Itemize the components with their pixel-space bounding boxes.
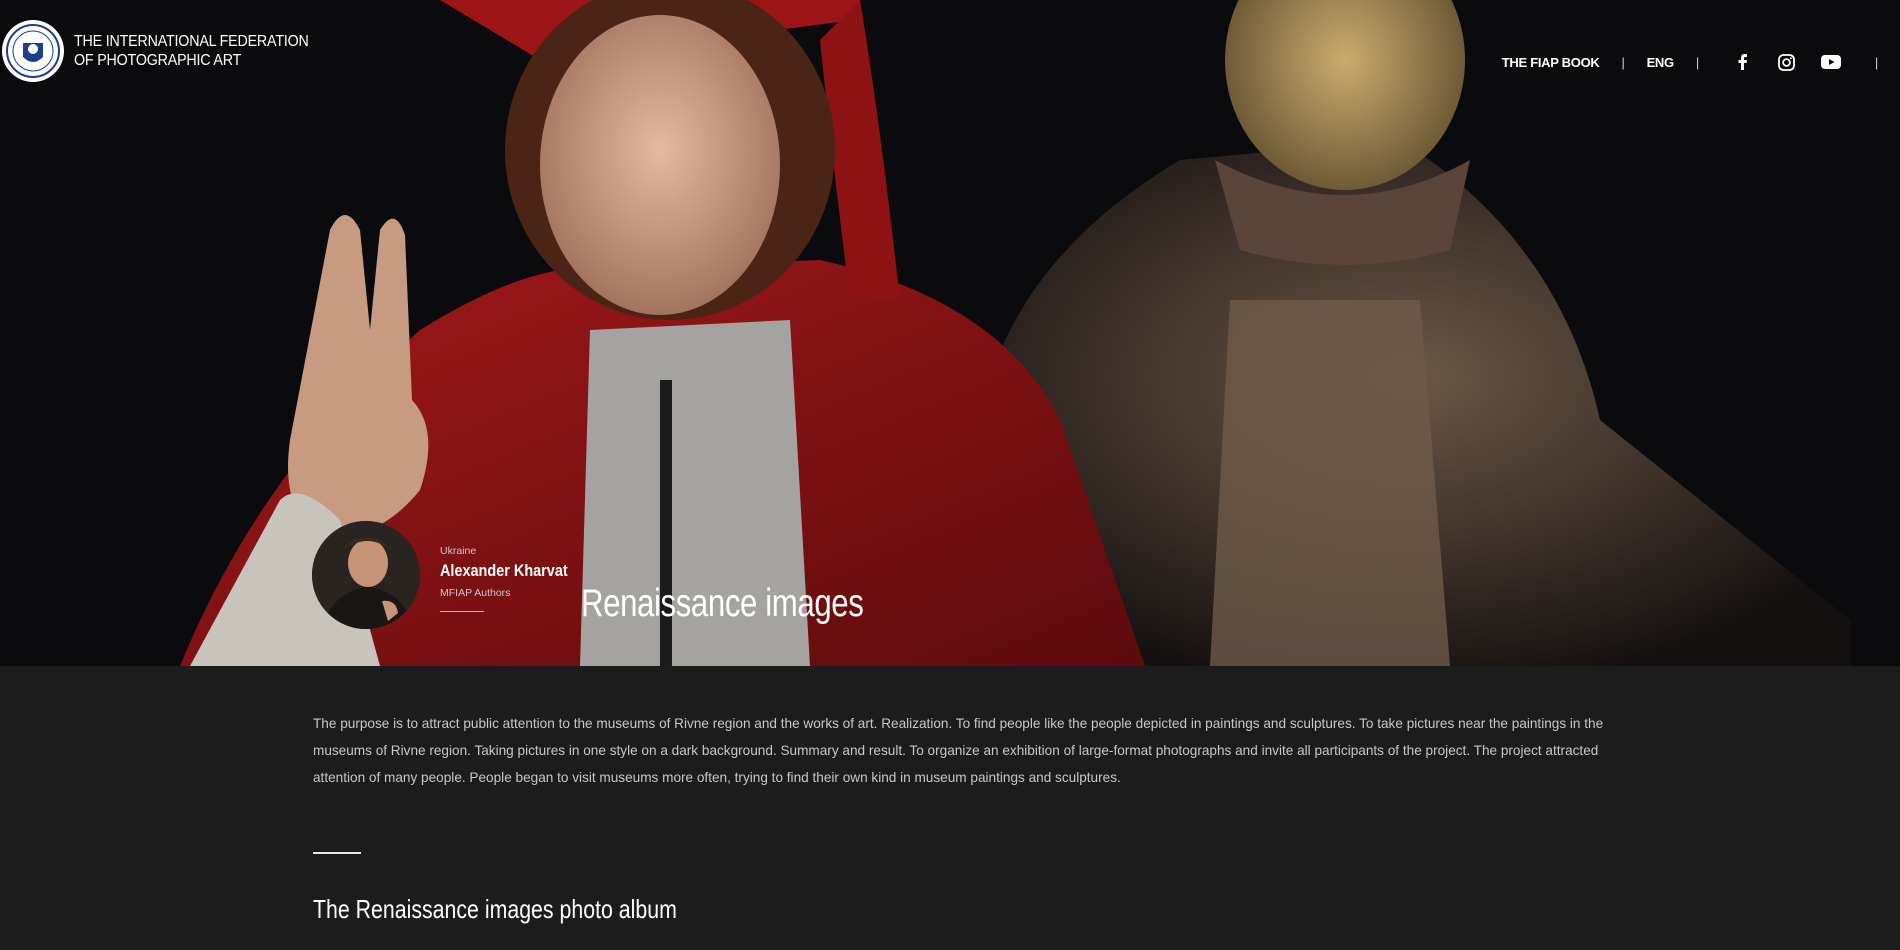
project-description: The purpose is to attract public attenti… [313,716,1604,785]
author-card[interactable]: Ukraine Alexander Kharvat MFIAP Authors [312,521,590,629]
nav-fiap-book[interactable]: THE FIAP BOOK [1502,55,1600,70]
hero-photo [0,0,1900,666]
author-avatar[interactable] [312,521,420,629]
author-country: Ukraine [440,544,477,557]
section-divider [313,852,361,854]
facebook-icon[interactable] [1733,52,1753,72]
org-name: THE INTERNATIONAL FEDERATION OF PHOTOGRA… [74,32,309,70]
nav-separator: | [1621,54,1625,70]
nav-separator: | [1695,54,1699,70]
nav-separator: | [1874,54,1878,70]
fiap-emblem-icon [2,20,64,82]
album-title: The Renaissance images photo album [313,894,677,924]
nav-language-selector[interactable]: ENG [1647,55,1675,70]
instagram-icon[interactable] [1777,52,1797,72]
top-nav: THE FIAP BOOK | ENG | | [1502,50,1900,74]
project-content: The purpose is to attract public attenti… [0,666,1900,950]
author-info: Ukraine Alexander Kharvat MFIAP Authors [440,539,590,612]
youtube-icon[interactable] [1820,52,1841,72]
project-title: Renaissance images [581,582,864,625]
org-name-line1: THE INTERNATIONAL FEDERATION [74,33,309,50]
author-divider [440,610,484,612]
author-role: MFIAP Authors [440,586,511,599]
org-name-line2: OF PHOTOGRAPHIC ART [74,52,242,69]
site-logo[interactable]: THE INTERNATIONAL FEDERATION OF PHOTOGRA… [0,20,329,82]
hero-banner: THE INTERNATIONAL FEDERATION OF PHOTOGRA… [0,0,1900,666]
author-name[interactable]: Alexander Kharvat [440,561,568,581]
